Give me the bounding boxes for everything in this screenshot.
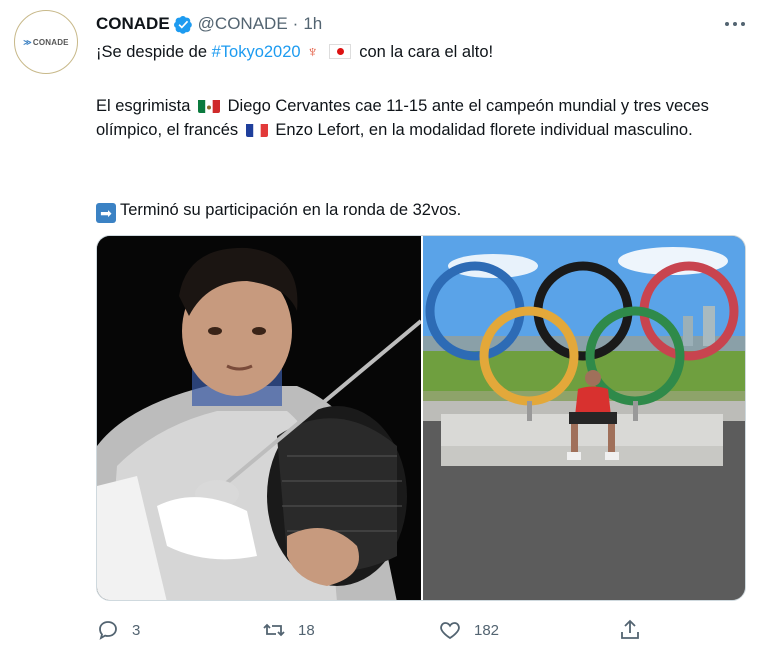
heart-icon [440, 622, 460, 640]
action-bar: 3 18 182 [96, 618, 746, 644]
hashtag-link[interactable]: #Tokyo2020 [212, 43, 301, 61]
mexico-flag-icon [198, 98, 221, 113]
share-button[interactable] [618, 618, 654, 642]
tweet-line-1: ¡Se despide de #Tokyo2020 ♆ con la cara e… [96, 40, 493, 65]
retweet-icon [263, 623, 285, 637]
media-grid [96, 235, 746, 601]
france-flag-icon [245, 122, 268, 137]
share-icon [621, 619, 639, 639]
reply-icon [99, 621, 117, 640]
retweet-button[interactable]: 18 [262, 618, 315, 642]
reply-button[interactable]: 3 [96, 618, 140, 642]
reply-count: 3 [132, 621, 141, 639]
line1-text: ¡Se despide de [96, 43, 212, 61]
author-handle[interactable]: @CONADE [198, 14, 288, 34]
p2-text-c: Enzo Lefort, en la modalidad florete ind… [275, 121, 693, 139]
separator-dot: · [292, 14, 299, 33]
japan-flag-icon [328, 44, 351, 59]
conade-logo: ≫CONADE [23, 37, 69, 47]
arrow-right-icon: ➡ [96, 203, 116, 223]
like-button[interactable]: 182 [438, 618, 499, 642]
retweet-count: 18 [298, 621, 315, 639]
line1-text-end: con la cara el alto! [359, 43, 494, 61]
p2-text-a: El esgrimista [96, 97, 191, 115]
p3-text: Terminó su participación en la ronda de … [120, 201, 462, 219]
like-count: 182 [474, 621, 500, 639]
more-options-icon[interactable] [722, 14, 748, 34]
rings-photo-illustration [423, 236, 745, 600]
tokyo-tower-icon: ♆ [306, 44, 319, 61]
timestamp[interactable]: 1h [303, 14, 322, 34]
verified-badge-icon [173, 15, 192, 34]
fencer-photo-illustration [97, 236, 423, 600]
olympic-rings-photo[interactable] [423, 236, 745, 600]
tweet-header: CONADE @CONADE · 1h [96, 14, 322, 34]
author-name[interactable]: CONADE [96, 14, 170, 34]
tweet-paragraph-2: El esgrimista Diego Cervantes cae 11-15 … [96, 94, 756, 142]
tweet-paragraph-3: ➡ Terminó su participación en la ronda de… [96, 198, 461, 223]
avatar[interactable]: ≫CONADE [14, 10, 78, 74]
fencer-portrait-photo[interactable] [97, 236, 423, 600]
